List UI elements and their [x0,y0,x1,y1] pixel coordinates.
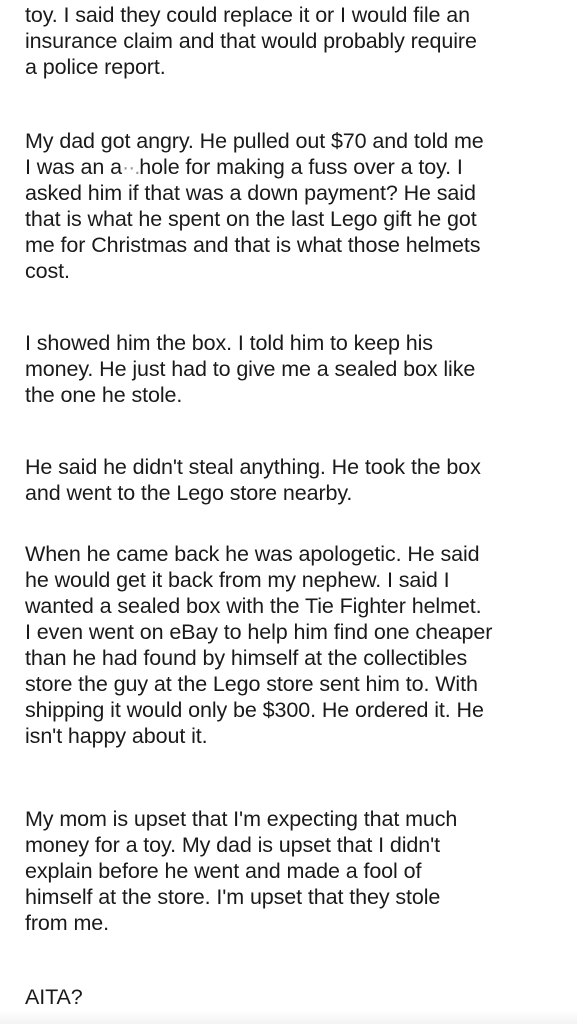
text-line: isn't happy about it. [25,724,208,748]
text-line: explain before he went and made a fool o… [25,859,422,883]
text-line: When he came back he was apologetic. He … [25,542,480,566]
bottom-fade [0,1010,577,1024]
text-line: he would get it back from my nephew. I s… [25,568,450,592]
paragraph-dad-angry: My dad got angry. He pulled out $70 and … [25,128,484,284]
text-fragment: hole for making a fuss over a toy. I [139,155,463,179]
text-line: He said he didn't steal anything. He too… [25,455,481,479]
text-fragment: I was an a [25,155,122,179]
text-line: I even went on eBay to help him find one… [25,620,493,644]
text-line: himself at the store. I'm upset that the… [25,885,441,909]
text-line: I showed him the box. I told him to keep… [25,331,433,355]
paragraph-came-back: When he came back he was apologetic. He … [25,541,492,749]
censor-mark: ··. [122,155,140,179]
text-line: and went to the Lego store nearby. [25,481,353,505]
text-line: that is what he spent on the last Lego g… [25,207,477,231]
text-line: My mom is upset that I'm expecting that … [25,807,458,831]
text-line: insurance claim and that would probably … [25,29,477,53]
paragraph-lego-store: He said he didn't steal anything. He too… [25,454,481,506]
paragraph-showed-box: I showed him the box. I told him to keep… [25,330,475,408]
paragraph-replace-or-claim: toy. I said they could replace it or I w… [25,2,477,80]
paragraph-aita: AITA? [25,984,83,1010]
text-line: cost. [25,259,70,283]
text-line: a police report. [25,55,166,79]
text-line: store the guy at the Lego store sent him… [25,672,478,696]
text-line: from me. [25,911,110,935]
text-line: My dad got angry. He pulled out $70 and … [25,129,484,153]
text-line: than he had found by himself at the coll… [25,646,468,670]
text-line: money. He just had to give me a sealed b… [25,357,476,381]
text-line: asked him if that was a down payment? He… [25,181,476,205]
text-line: the one he stole. [25,383,183,407]
paragraph-mom-upset: My mom is upset that I'm expecting that … [25,806,457,936]
text-line: AITA? [25,985,83,1009]
text-line: me for Christmas and that is what those … [25,233,481,257]
text-line: toy. I said they could replace it or I w… [25,3,470,27]
text-line: wanted a sealed box with the Tie Fighter… [25,594,482,618]
text-line-censored: I was an a··.hole for making a fuss over… [25,154,484,180]
text-line: shipping it would only be $300. He order… [25,698,484,722]
text-line: money for a toy. My dad is upset that I … [25,833,440,857]
